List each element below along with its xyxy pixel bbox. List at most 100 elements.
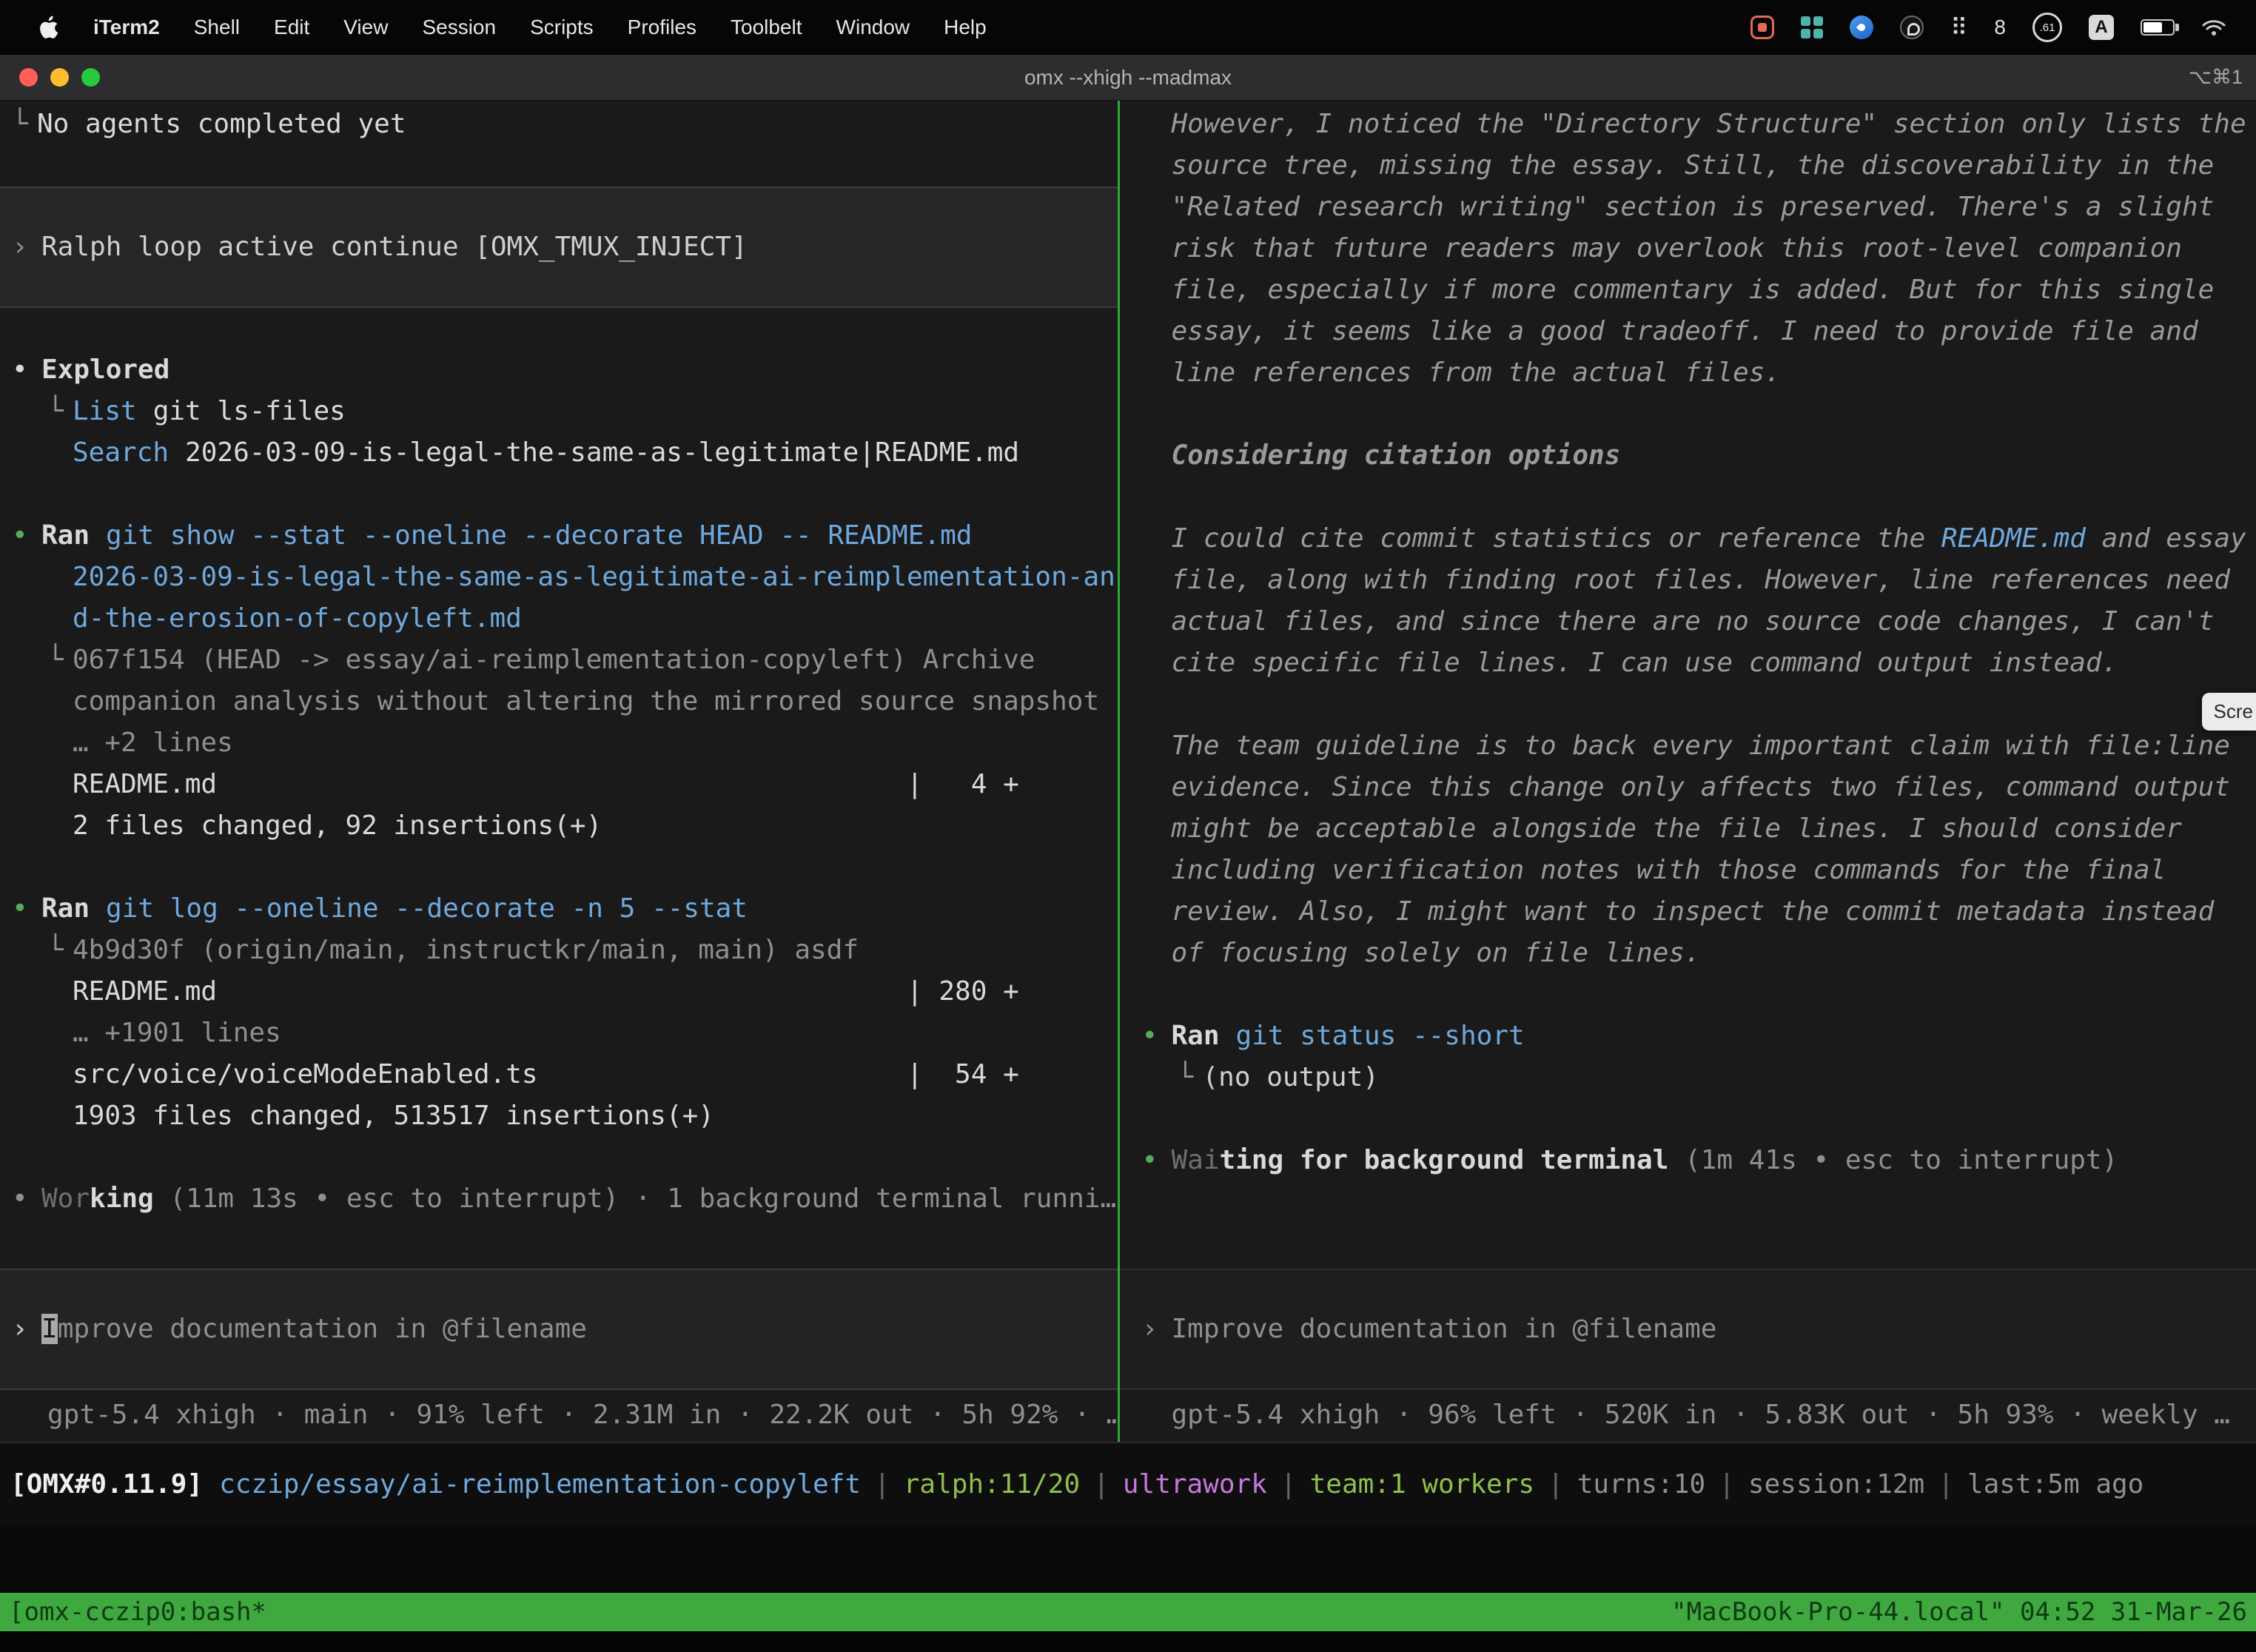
bottom-gap [0, 1631, 2256, 1652]
tree-glyph: └ [1178, 1057, 1203, 1098]
thinking-heading: Considering citation options [1172, 435, 2248, 477]
explored-block: • Explored └ Listgit ls-files Search2026… [12, 349, 1118, 474]
prompt-chevron: › [12, 1309, 41, 1350]
agents-line: └ No agents completed yet [12, 104, 1118, 145]
window-title-bar: omx --xhigh --madmax ⌥⌘1 [0, 55, 2256, 101]
terminal-pane-right: However, I noticed the "Directory Struct… [1120, 101, 2256, 1442]
separator: | [861, 1469, 904, 1500]
menu-item-toolbelt[interactable]: Toolbelt [731, 16, 802, 39]
browser-compass-icon[interactable] [1850, 16, 1873, 39]
spacer [1142, 1181, 2248, 1269]
command-output: (no output) [1203, 1057, 1379, 1098]
menu-item-session[interactable]: Session [422, 16, 496, 39]
bullet: • [12, 515, 41, 557]
tree-glyph: └ [47, 639, 73, 681]
diffstat-summary: 2 files changed, 92 insertions(+) [73, 805, 602, 847]
separator: | [1267, 1469, 1310, 1500]
menu-item-window[interactable]: Window [836, 16, 910, 39]
ralph-inject-box: › Ralph loop active continue [OMX_TMUX_I… [0, 187, 1118, 308]
thinking-paragraph-1: However, I noticed the "Directory Struct… [1172, 104, 2248, 394]
menu-status-icons: 8 .61 A [1750, 13, 2226, 42]
terminal-panes: └ No agents completed yet › Ralph loop a… [0, 101, 2256, 1443]
keypad-icon[interactable]: 8 [1994, 16, 2006, 39]
close-button[interactable] [19, 68, 38, 87]
bullet: • [12, 349, 41, 391]
spacer [12, 1220, 1118, 1269]
screen-recording-indicator-icon[interactable] [1750, 16, 1774, 39]
traffic-lights [19, 68, 100, 87]
ran-command-line: Rangit log --oneline --decorate -n 5 --s… [41, 888, 748, 930]
window-shortcut-hint: ⌥⌘1 [2189, 66, 2256, 89]
omx-mode: ultrawork [1123, 1469, 1267, 1500]
waiting-text: Waiting for background terminal (1m 41s … [1172, 1140, 2118, 1181]
tmux-status-bar: [omx-cczip0:bash* "MacBook-Pro-44.local"… [0, 1593, 2256, 1631]
ran-git-status-block: • Rangit status --short └ (no output) [1142, 1015, 2248, 1098]
working-status-line: • Working (11m 13s • esc to interrupt) ·… [12, 1178, 1118, 1220]
dark-app-icon[interactable] [1900, 16, 1924, 39]
omx-team: team:1 workers [1310, 1469, 1534, 1500]
prompt-chevron: › [12, 226, 41, 268]
text-cursor: I [41, 1314, 58, 1344]
minimize-button[interactable] [50, 68, 69, 87]
menu-bar: iTerm2 Shell Edit View Session Scripts P… [0, 0, 2256, 55]
wifi-icon[interactable] [2201, 18, 2226, 37]
explored-list-line: Listgit ls-files [73, 391, 346, 432]
thinking-paragraph-2: I could cite commit statistics or refere… [1172, 518, 2248, 684]
bullet: • [1142, 1015, 1172, 1057]
prompt-input-right[interactable]: › Improve documentation in @filename [1120, 1269, 2256, 1390]
prompt-chevron: › [1142, 1309, 1172, 1350]
session-status-right: gpt-5.4 xhigh · 96% left · 520K in · 5.8… [1172, 1394, 2248, 1436]
diffstat-file: README.md | 4 + [73, 764, 1019, 805]
menu-item-shell[interactable]: Shell [194, 16, 240, 39]
tmux-host-clock: "MacBook-Pro-44.local" 04:52 31-Mar-26 [1671, 1597, 2247, 1627]
diffstat-file: src/voice/voiceModeEnabled.ts | 54 + [73, 1054, 1019, 1095]
tmux-session-window: [omx-cczip0:bash* [9, 1597, 266, 1627]
agents-text: No agents completed yet [37, 104, 406, 145]
screen-edge-tab[interactable]: Scre [2202, 693, 2256, 731]
menu-item-edit[interactable]: Edit [274, 16, 309, 39]
omx-turns: turns:10 [1577, 1469, 1705, 1500]
commit-line: 4b9d30f (origin/main, instructkr/main, m… [73, 930, 859, 971]
ran-git-show-block: • Rangit show --stat --oneline --decorat… [12, 515, 1118, 847]
menu-item-scripts[interactable]: Scripts [530, 16, 594, 39]
percent-badge-icon[interactable]: .61 [2032, 13, 2062, 42]
explored-title: Explored [41, 349, 169, 391]
zoom-button[interactable] [81, 68, 100, 87]
bullet: • [1142, 1140, 1172, 1181]
menu-item-help[interactable]: Help [944, 16, 987, 39]
tree-glyph: └ [47, 391, 73, 432]
menu-item-view[interactable]: View [343, 16, 388, 39]
omx-last-activity: last:5m ago [1967, 1469, 2143, 1500]
apps-grid-icon[interactable] [1950, 16, 1967, 39]
ran-git-log-block: • Rangit log --oneline --decorate -n 5 -… [12, 888, 1118, 1137]
omx-session-time: session:12m [1748, 1469, 1924, 1500]
separator: | [1534, 1469, 1577, 1500]
bullet: • [12, 888, 41, 930]
screen: iTerm2 Shell Edit View Session Scripts P… [0, 0, 2256, 1652]
prompt-input-left[interactable]: › Improve documentation in @filename [0, 1269, 1118, 1390]
apple-menu-icon[interactable] [37, 15, 59, 40]
menu-item-iterm2[interactable]: iTerm2 [93, 16, 160, 39]
separator: | [1924, 1469, 1967, 1500]
more-lines: … +1901 lines [73, 1013, 281, 1054]
menu-left: iTerm2 Shell Edit View Session Scripts P… [37, 15, 987, 40]
omx-version: [OMX#0.11.9] [10, 1469, 219, 1500]
menu-item-profiles[interactable]: Profiles [628, 16, 696, 39]
input-source-icon[interactable]: A [2089, 15, 2114, 40]
display-grid-icon[interactable] [1801, 16, 1823, 38]
footer-gap [0, 1525, 2256, 1593]
prompt-text: Improve documentation in @filename [1172, 1309, 1717, 1350]
waiting-status-line: • Waiting for background terminal (1m 41… [1142, 1140, 2248, 1181]
ran-command-line: Rangit status --short [1172, 1015, 1525, 1057]
inject-text: Ralph loop active continue [OMX_TMUX_INJ… [41, 226, 748, 268]
session-status-left: gpt-5.4 xhigh · main · 91% left · 2.31M … [47, 1394, 1118, 1436]
commit-line: 067f154 (HEAD -> essay/ai-reimplementati… [73, 639, 1118, 722]
terminal-pane-left: └ No agents completed yet › Ralph loop a… [0, 101, 1118, 1442]
omx-status-bar: [OMX#0.11.9] cczip/essay/ai-reimplementa… [0, 1443, 2256, 1525]
working-text: Working (11m 13s • esc to interrupt) · 1… [41, 1178, 1116, 1220]
tree-glyph: └ [47, 930, 73, 971]
thinking-paragraph-3: The team guideline is to back every impo… [1172, 725, 2248, 974]
battery-icon[interactable] [2141, 19, 2175, 36]
ran-command-line: Rangit show --stat --oneline --decorate … [41, 515, 972, 557]
prompt-text: Improve documentation in @filename [41, 1309, 587, 1350]
